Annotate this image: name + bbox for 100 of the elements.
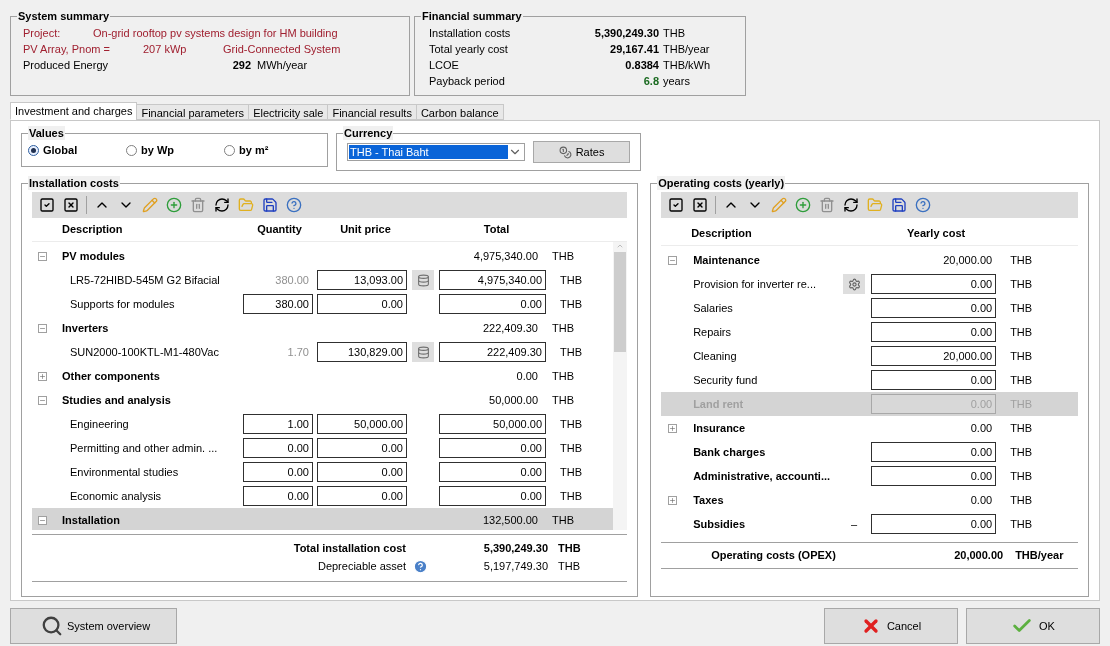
group-title: System summary xyxy=(17,9,111,23)
field-label: Project: xyxy=(23,26,62,41)
group-total: 0.00 xyxy=(970,492,994,508)
input-field[interactable]: 380.00 xyxy=(243,294,313,314)
radio-button[interactable] xyxy=(126,144,137,156)
expand-icon[interactable] xyxy=(667,423,677,433)
help-icon[interactable] xyxy=(285,196,303,214)
group-title: Values xyxy=(28,126,65,140)
radio-label[interactable]: by m² xyxy=(239,141,269,159)
input-field[interactable]: 0.00 xyxy=(243,486,313,506)
field-label: Total yearly cost xyxy=(429,42,509,57)
group-total: 4,975,340.00 xyxy=(473,248,539,264)
group-title: Installation costs xyxy=(28,176,120,190)
input-field[interactable]: 1.00 xyxy=(243,414,313,434)
refresh-icon[interactable] xyxy=(842,196,861,214)
input-field[interactable]: 0.00 xyxy=(439,438,546,458)
item-label: Environmental studies xyxy=(69,464,180,480)
ok-button[interactable]: OK xyxy=(966,608,1100,644)
input-field[interactable]: 13,093.00 xyxy=(317,270,407,290)
input-field[interactable]: 0.00 xyxy=(871,370,997,390)
coins-icon xyxy=(558,145,572,159)
project-name: On-grid rooftop pv systems design for HM building xyxy=(93,26,338,41)
scroll-up-icon[interactable] xyxy=(616,242,625,250)
save-icon[interactable] xyxy=(261,196,279,214)
input-field[interactable]: 0.00 xyxy=(871,274,997,294)
scroll-thumb[interactable] xyxy=(614,252,627,352)
help-icon[interactable] xyxy=(914,196,933,214)
system-type: Grid-Connected System xyxy=(223,42,341,57)
input-field[interactable]: 0.00 xyxy=(871,466,997,486)
add-icon[interactable] xyxy=(165,196,183,214)
input-field[interactable]: 0.00 xyxy=(439,294,546,314)
group-total: 50,000.00 xyxy=(489,392,539,408)
settings-button[interactable] xyxy=(843,274,866,294)
check-all-icon[interactable] xyxy=(38,196,56,214)
radio-label[interactable]: by Wp xyxy=(141,141,174,159)
input-field[interactable]: 0.00 xyxy=(317,294,407,314)
input-field[interactable]: 50,000.00 xyxy=(317,414,407,434)
expand-icon[interactable] xyxy=(37,371,47,381)
input-field[interactable]: 0.00 xyxy=(317,462,407,482)
group-title: Financial summary xyxy=(421,9,523,23)
collapse-icon[interactable] xyxy=(37,323,47,333)
field-label: Installation costs xyxy=(429,26,512,41)
database-button[interactable] xyxy=(412,342,434,362)
radio-label[interactable]: Global xyxy=(43,141,78,159)
refresh-icon[interactable] xyxy=(213,196,231,214)
input-field[interactable]: 0.00 xyxy=(871,298,997,318)
input-field[interactable]: 20,000.00 xyxy=(871,346,997,366)
input-field[interactable]: 0.00 xyxy=(439,462,546,482)
group-label: Studies and analysis xyxy=(61,392,172,408)
uncheck-all-icon[interactable] xyxy=(691,196,710,214)
input-field[interactable]: 0.00 xyxy=(871,322,997,342)
group-title: Currency xyxy=(343,126,394,140)
tab[interactable]: Financial results xyxy=(327,104,417,120)
column-header: Description xyxy=(690,226,753,242)
selected-row[interactable]: Installation 132,500.00 THB xyxy=(32,508,614,530)
item-label: Bank charges xyxy=(692,444,767,460)
unit-label: THB xyxy=(1009,300,1033,316)
tab[interactable]: Financial parameters xyxy=(136,104,250,120)
system-overview-button[interactable]: System overview xyxy=(10,608,177,644)
cancel-button[interactable]: Cancel xyxy=(824,608,958,644)
rates-button[interactable]: Rates xyxy=(533,141,630,163)
input-field[interactable]: 0.00 xyxy=(243,438,313,458)
field-label: Produced Energy xyxy=(23,58,109,73)
input-field[interactable]: 130,829.00 xyxy=(317,342,407,362)
input-field[interactable]: 0.00 xyxy=(439,486,546,506)
unit-label: THB/year xyxy=(1014,548,1064,564)
tab[interactable]: Carbon balance xyxy=(415,104,504,120)
check-all-icon[interactable] xyxy=(667,196,686,214)
group-total: 20,000.00 xyxy=(943,252,994,268)
tab[interactable]: Investment and charges xyxy=(10,102,138,120)
collapse-icon[interactable] xyxy=(37,395,47,405)
input-field[interactable]: 0.00 xyxy=(317,438,407,458)
total-value: 5,390,249.30 xyxy=(482,540,548,556)
trash-icon[interactable] xyxy=(189,196,207,214)
collapse-icon[interactable] xyxy=(37,251,47,261)
field-label: Payback period xyxy=(429,74,506,89)
input-field[interactable]: 0.00 xyxy=(871,514,997,534)
expand-icon[interactable] xyxy=(667,495,677,505)
input-field[interactable]: 4,975,340.00 xyxy=(439,270,546,290)
collapse-icon[interactable] xyxy=(667,255,677,265)
item-label: Permitting and other admin. ... xyxy=(69,440,219,456)
input-field[interactable]: 50,000.00 xyxy=(439,414,546,434)
unit-label: THB xyxy=(1009,252,1033,268)
unit-label: THB xyxy=(551,392,574,408)
unit-label: THB xyxy=(551,512,574,528)
input-field[interactable]: 0.00 xyxy=(243,462,313,482)
radio-button[interactable] xyxy=(224,144,235,156)
group-label: Insurance xyxy=(692,420,747,436)
database-button[interactable] xyxy=(412,270,434,290)
input-field[interactable]: 0.00 xyxy=(871,442,997,462)
radio-button[interactable] xyxy=(28,144,39,156)
unit-label: THB xyxy=(559,344,582,360)
input-field[interactable]: 0.00 xyxy=(317,486,407,506)
currency-dropdown[interactable]: THB - Thai Baht xyxy=(347,143,526,161)
input-field[interactable]: 222,409.30 xyxy=(439,342,546,362)
save-icon[interactable] xyxy=(890,196,909,214)
uncheck-all-icon[interactable] xyxy=(62,196,80,214)
collapse-icon[interactable] xyxy=(37,515,47,525)
add-icon[interactable] xyxy=(794,196,813,214)
tab[interactable]: Electricity sale xyxy=(248,104,329,120)
